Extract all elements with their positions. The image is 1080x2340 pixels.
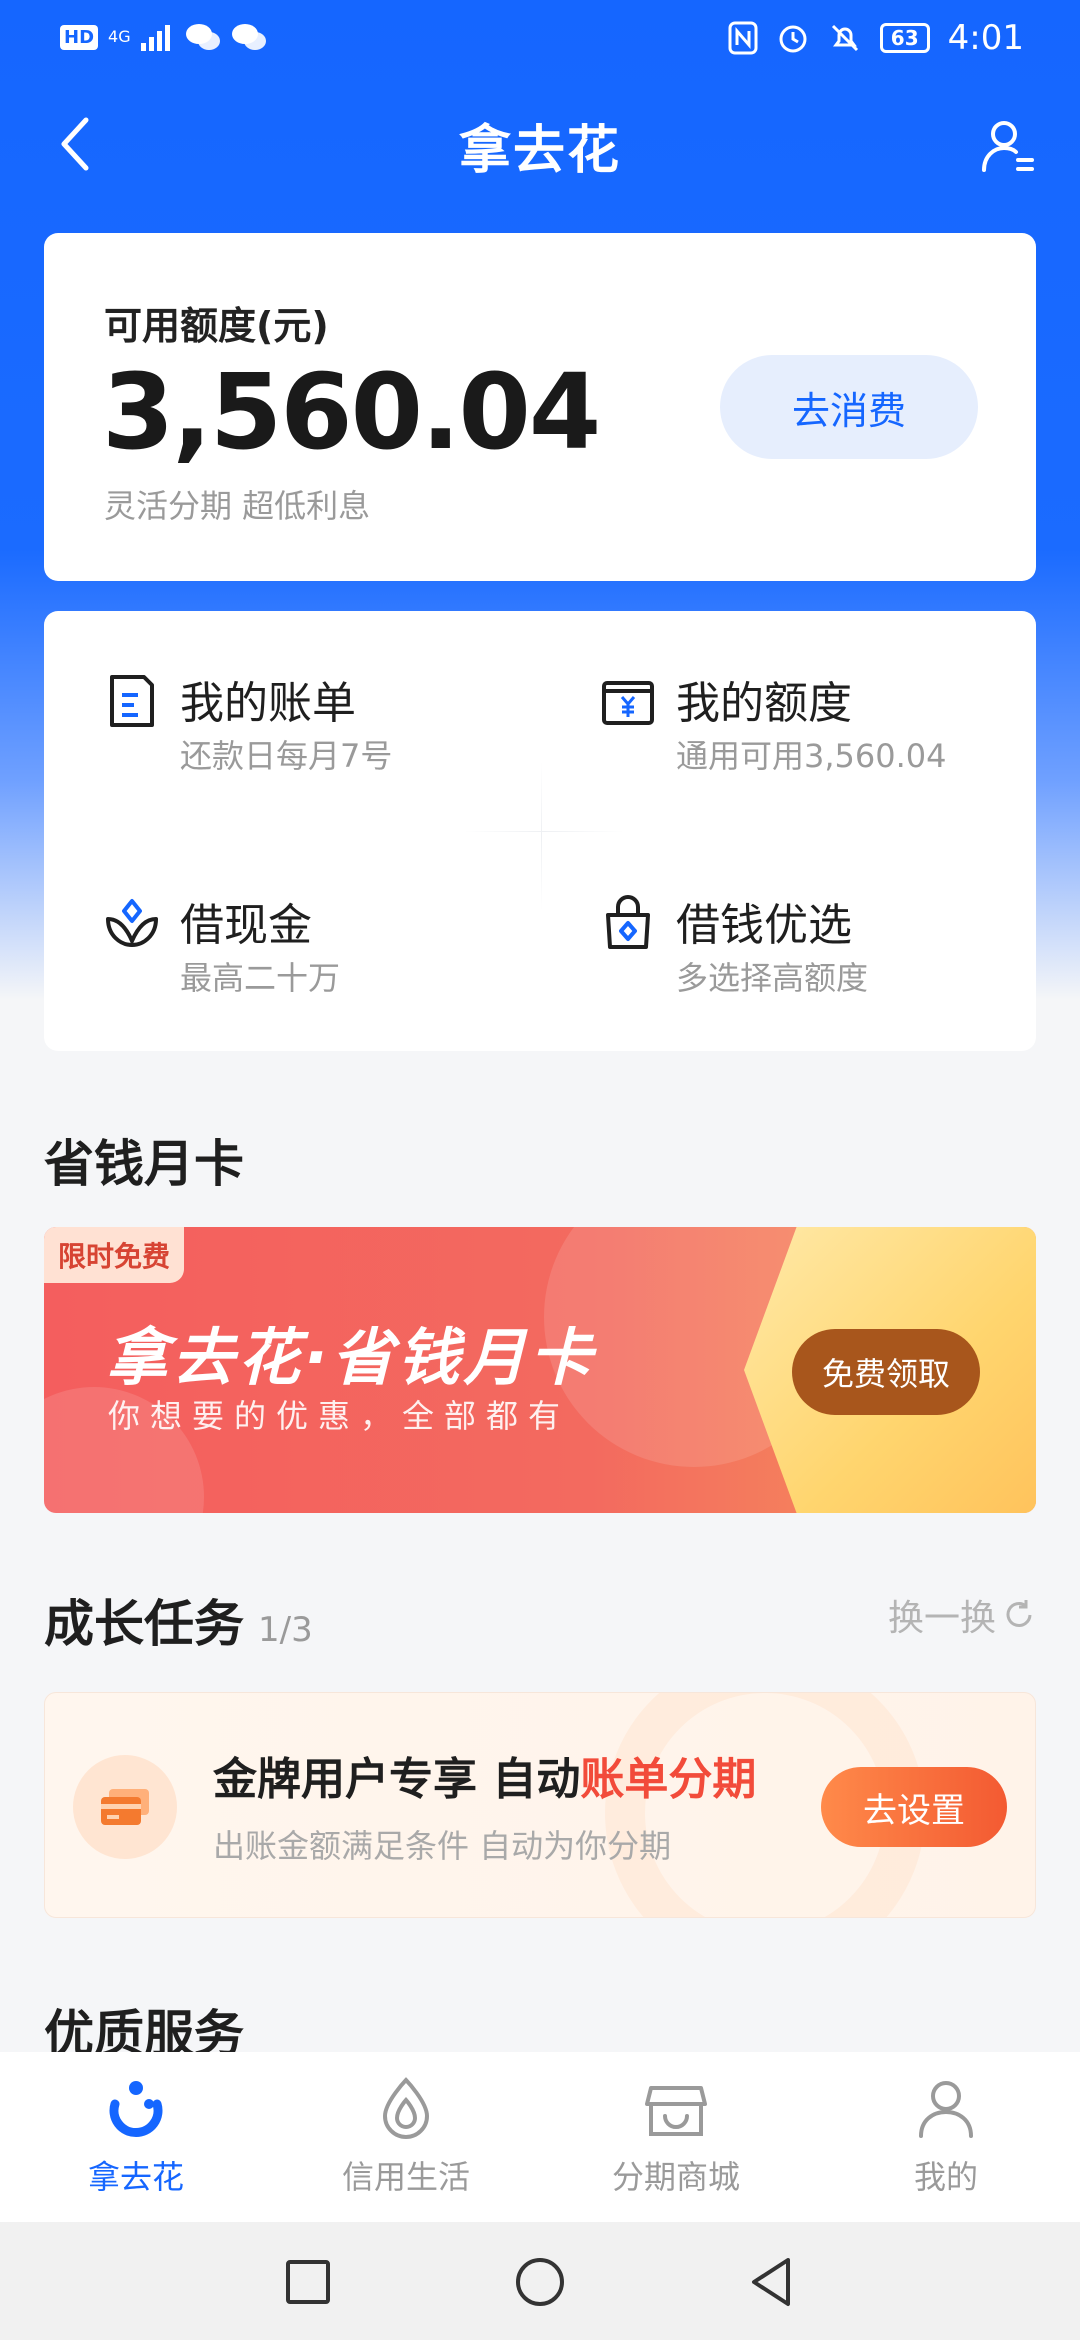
alarm-icon <box>779 25 807 53</box>
task-card[interactable]: 金牌用户专享 自动账单分期 出账金额满足条件 自动为你分期 去设置 <box>44 1692 1036 1918</box>
monthly-card-banner[interactable]: 限时免费 拿去花·省钱月卡 你想要的优惠，全部都有 免费领取 <box>44 1227 1036 1513</box>
signal-icon <box>140 25 170 51</box>
credit-label: 可用额度(元) <box>104 304 329 348</box>
loan-select-icon <box>606 895 650 949</box>
nqh-logo-icon <box>109 2081 163 2138</box>
tab-label: 我的 <box>913 2158 978 2196</box>
battery-indicator: 63 <box>879 23 930 53</box>
section-title-tasks: 成长任务 1/3 <box>44 1584 313 1656</box>
wechat-icon <box>185 24 220 50</box>
bill-icon <box>110 675 154 727</box>
profile-icon <box>919 2081 973 2138</box>
grid-title: 我的账单 <box>180 678 356 729</box>
banner-subtitle: 你想要的优惠，全部都有 <box>108 1397 571 1435</box>
home-icon[interactable] <box>510 2252 570 2312</box>
go-setup-button[interactable]: 去设置 <box>821 1767 1007 1847</box>
mall-icon <box>645 2086 707 2136</box>
tab-nqh[interactable]: 拿去花 <box>36 2074 236 2198</box>
task-title-prefix: 金牌用户专享 自动 <box>213 1754 581 1805</box>
claim-free-button[interactable]: 免费领取 <box>792 1329 980 1415</box>
task-icon-wrap <box>73 1755 177 1859</box>
grid-title: 借钱优选 <box>676 900 852 951</box>
tasks-count: 1/3 <box>258 1610 313 1650</box>
recent-apps-icon[interactable] <box>278 2252 338 2312</box>
grid-item-cash-loan[interactable]: 借现金 最高二十万 <box>104 889 544 1009</box>
grid-item-loan-select[interactable]: 借钱优选 多选择高额度 <box>600 889 1040 1009</box>
grid-subtitle: 还款日每月7号 <box>180 737 393 775</box>
bottom-tab-bar: 拿去花 信用生活 分期商城 我的 <box>0 2052 1080 2222</box>
grid-divider-horizontal <box>464 831 624 832</box>
credit-subtitle: 灵活分期 超低利息 <box>104 487 371 525</box>
task-title: 金牌用户专享 自动账单分期 <box>213 1743 756 1807</box>
grid-subtitle: 多选择高额度 <box>676 959 869 997</box>
credit-amount: 3,560.04 <box>102 351 601 473</box>
status-right: 63 4:01 <box>728 18 1024 58</box>
network-type: 4G <box>108 27 131 46</box>
cash-loan-icon <box>106 899 158 948</box>
section-title-monthly-card: 省钱月卡 <box>44 1135 244 1193</box>
wechat-icon-2 <box>231 24 266 50</box>
nav-bar: 拿去花 <box>0 96 1080 196</box>
spend-button[interactable]: 去消费 <box>720 355 978 459</box>
refresh-label: 换一换 <box>887 1598 996 1639</box>
feature-grid: 我的账单 还款日每月7号 我的额度 通用可用3,560.04 借现金 最高二十万… <box>44 611 1036 1051</box>
clock: 4:01 <box>947 18 1024 58</box>
system-navigation-bar <box>0 2222 1080 2340</box>
tab-label: 分期商城 <box>611 2158 740 2196</box>
page-title: 拿去花 <box>458 121 621 181</box>
grid-title: 借现金 <box>180 900 312 951</box>
tab-label: 拿去花 <box>87 2158 184 2196</box>
task-subtitle: 出账金额满足条件 自动为你分期 <box>213 1827 672 1865</box>
limited-free-tag: 限时免费 <box>44 1227 185 1283</box>
grid-item-bill[interactable]: 我的账单 还款日每月7号 <box>104 667 544 787</box>
refresh-button[interactable]: 换一换 <box>888 1589 1036 1641</box>
quota-icon <box>602 681 654 725</box>
tab-mall[interactable]: 分期商城 <box>576 2074 776 2198</box>
banner-title: 拿去花·省钱月卡 <box>106 1321 596 1394</box>
nfc-icon <box>728 21 758 55</box>
grid-item-quota[interactable]: 我的额度 通用可用3,560.04 <box>600 667 1040 787</box>
refresh-icon <box>1006 1600 1032 1627</box>
back-nav-icon[interactable] <box>742 2252 802 2312</box>
mute-icon <box>831 24 858 52</box>
grid-subtitle: 最高二十万 <box>180 959 341 997</box>
tab-credit-life[interactable]: 信用生活 <box>306 2074 506 2198</box>
grid-title: 我的额度 <box>676 678 852 729</box>
credit-card: 可用额度(元) 3,560.04 灵活分期 超低利息 去消费 <box>44 233 1036 581</box>
grid-subtitle: 通用可用3,560.04 <box>676 737 947 775</box>
status-left: HD 4G <box>60 22 267 52</box>
tab-label: 信用生活 <box>341 2158 470 2196</box>
user-settings-icon[interactable] <box>980 116 1036 176</box>
card-stack-icon <box>101 1789 149 1825</box>
task-title-highlight: 账单分期 <box>580 1754 757 1805</box>
credit-life-icon <box>382 2077 430 2139</box>
status-bar: HD 4G 63 4:01 <box>0 0 1080 84</box>
tasks-title: 成长任务 <box>44 1595 244 1653</box>
hd-badge: HD <box>60 24 99 50</box>
tab-profile[interactable]: 我的 <box>846 2074 1046 2198</box>
